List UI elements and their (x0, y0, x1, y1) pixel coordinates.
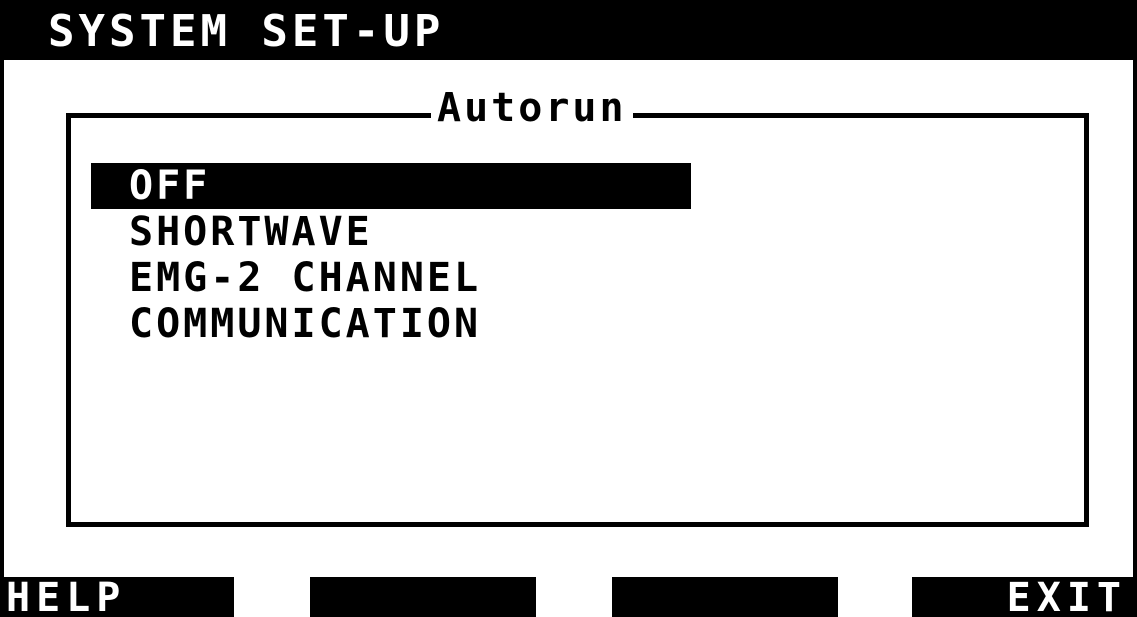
screen-title: SYSTEM SET-UP (48, 6, 445, 57)
option-communication[interactable]: COMMUNICATION (91, 301, 691, 347)
option-emg-2-channel[interactable]: EMG-2 CHANNEL (91, 255, 691, 301)
exit-softkey[interactable]: EXIT (912, 577, 1137, 617)
autorun-panel: Autorun OFF SHORTWAVE EMG-2 CHANNEL COMM… (66, 82, 1089, 527)
help-softkey[interactable]: HELP (0, 577, 234, 617)
device-screen: SYSTEM SET-UP Autorun OFF SHORTWAVE EMG-… (0, 0, 1137, 617)
softkey-3[interactable] (612, 577, 838, 617)
title-bar: SYSTEM SET-UP (4, 0, 1137, 60)
softkey-2[interactable] (310, 577, 536, 617)
autorun-options-list: OFF SHORTWAVE EMG-2 CHANNEL COMMUNICATIO… (91, 163, 691, 347)
option-shortwave[interactable]: SHORTWAVE (91, 209, 691, 255)
panel-legend: Autorun (431, 82, 633, 134)
option-off[interactable]: OFF (91, 163, 691, 209)
